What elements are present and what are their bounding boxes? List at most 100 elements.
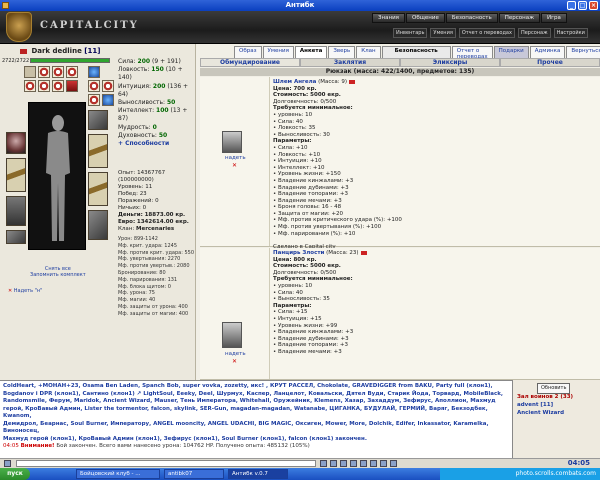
gem-slot-icon[interactable] <box>102 94 114 106</box>
stat-intuition: Интуиция: 200 (136 + 64) <box>118 82 189 98</box>
character-name[interactable]: Dark dedline [11] <box>20 47 100 55</box>
item-property: • Ловкость: 35 <box>273 125 316 132</box>
chat-log[interactable]: ColdHeart, +MOHAH+23, Osama Ben Laden, S… <box>0 380 512 458</box>
smiley-icon[interactable] <box>330 460 337 467</box>
wear-n-link[interactable]: ✕ Надеть "н" <box>8 288 42 294</box>
offhand-slot-icon[interactable] <box>88 134 108 168</box>
delete-icon[interactable]: ✕ <box>232 162 237 169</box>
item-property: • Владение топорами: +3 <box>273 191 348 198</box>
helmet-icon[interactable] <box>222 131 242 153</box>
taskbar-task[interactable]: Антибк v.0.7 <box>228 469 288 479</box>
stat-endurance: Выносливость: 50 <box>118 99 176 107</box>
ring-slot-icon[interactable] <box>38 66 50 78</box>
nav-communication[interactable]: Общение <box>405 13 445 23</box>
tab-elixirs[interactable]: Эликсиры <box>400 58 500 67</box>
subnav-transfer-report[interactable]: Отчет о переводах <box>458 28 515 38</box>
warrior-silhouette-icon <box>46 115 70 241</box>
ring-slot-icon[interactable] <box>52 66 64 78</box>
chat-mode-icon[interactable] <box>4 460 11 467</box>
subnav-settings[interactable]: Настройки <box>553 28 588 38</box>
remember-set-link[interactable]: Запомнить комплект <box>30 272 86 278</box>
start-button[interactable]: пуск <box>0 468 30 480</box>
item-property: Стоимость: 5000 екр. <box>273 92 341 99</box>
ring-slot-icon[interactable] <box>66 66 78 78</box>
refresh-button[interactable]: Обновить <box>537 383 571 394</box>
item-property: • Интуиция: +15 <box>273 315 322 322</box>
item-name[interactable]: Панцирь Злости <box>273 250 324 256</box>
info-draws: Ничьих: 0 <box>118 205 147 211</box>
wear-button[interactable]: надеть <box>225 351 246 357</box>
item-property: • Сила: 40 <box>273 118 303 125</box>
helmet-slot-icon[interactable] <box>6 132 26 154</box>
mod-line: Мф. магии: 40 <box>118 297 156 304</box>
ring-slot-icon[interactable] <box>38 80 50 92</box>
nav-security[interactable]: Безопасность <box>445 13 498 23</box>
item-icon-cell: надеть ✕ <box>200 77 270 246</box>
window-titlebar: Антибк _ □ × <box>0 0 600 11</box>
character-avatar[interactable] <box>28 102 86 250</box>
close-icon: ✕ <box>8 288 13 294</box>
item-property: • Мф. против критического удара (%): +10… <box>273 217 402 224</box>
maximize-button[interactable]: □ <box>578 1 587 10</box>
amulet-slot-icon[interactable] <box>88 66 100 78</box>
item-property: • Защита от магии: +20 <box>273 210 344 217</box>
shield-slot-icon[interactable] <box>88 172 108 206</box>
info-clan: Клан: Mercenaries <box>118 226 175 232</box>
system-message: 04:05 Внимание! Бой закончен. Всего вами… <box>3 443 509 451</box>
nav-knowledge[interactable]: Знания <box>372 13 405 23</box>
delete-icon[interactable]: ✕ <box>232 358 237 365</box>
chat-line: Демидрол, Беарнас, Soul Burner, Императо… <box>3 420 489 435</box>
wear-button[interactable]: надеть <box>225 155 246 161</box>
mod-line: Мф. против крит. удара: 550 <box>118 249 195 256</box>
mod-line: Мф. урона: 75 <box>118 290 155 297</box>
window-title: Антибк <box>285 1 315 9</box>
subnav-character[interactable]: Персонаж <box>517 28 551 38</box>
clan-flag-icon <box>20 48 27 54</box>
ring-slot-icon[interactable] <box>88 80 100 92</box>
translit-icon[interactable] <box>370 460 377 467</box>
weapon-slot-icon[interactable] <box>6 158 26 192</box>
boots-slot-icon[interactable] <box>88 210 108 240</box>
ring-slot-icon[interactable] <box>102 80 114 92</box>
ring-slot-icon[interactable] <box>88 94 100 106</box>
tab-spells[interactable]: Заклятия <box>300 58 400 67</box>
online-user[interactable]: Ancient Wizard <box>517 410 564 417</box>
abilities-link[interactable]: + Способности <box>118 140 195 148</box>
clear-icon[interactable] <box>340 460 347 467</box>
item-property: • Сила: 40 <box>273 289 303 296</box>
minimize-button[interactable]: _ <box>567 1 576 10</box>
belt-slot-icon[interactable] <box>6 230 26 244</box>
exit-icon[interactable] <box>390 460 397 467</box>
sub-nav: Инвентарь Умения Отчет о переводах Персо… <box>393 28 588 38</box>
earring-slot-icon[interactable] <box>24 66 36 78</box>
gloves-slot-icon[interactable] <box>88 110 108 130</box>
item-name[interactable]: Шлем Ангела <box>273 79 316 85</box>
ring-slot-icon[interactable] <box>24 80 36 92</box>
subnav-skills[interactable]: Умения <box>430 28 456 38</box>
potion-slot-icon[interactable] <box>66 80 78 92</box>
taskbar-task[interactable]: Бойцовский клуб - ... <box>76 469 160 479</box>
subnav-inventory[interactable]: Инвентарь <box>393 28 428 38</box>
tab-equipment[interactable]: Обмундирование <box>200 58 300 67</box>
character-info: Опыт: 14367767 (100000000) Уровень: 11 П… <box>118 170 195 233</box>
nav-game[interactable]: Игра <box>541 13 567 23</box>
close-button[interactable]: × <box>589 1 598 10</box>
armor-icon[interactable] <box>222 322 242 348</box>
system-message-warning: Внимание! <box>20 443 55 449</box>
backpack-summary: Рюкзак (масса: 422/1400, предметов: 135) <box>200 68 600 76</box>
speed-icon[interactable] <box>380 460 387 467</box>
taskbar-task[interactable]: antibk07 <box>164 469 224 479</box>
chat-input[interactable] <box>16 460 316 467</box>
nav-character[interactable]: Персонаж <box>498 13 541 23</box>
filter-icon[interactable] <box>350 460 357 467</box>
tab-other[interactable]: Прочее <box>500 58 600 67</box>
stat-wisdom: Мудрость: 0 <box>118 123 157 131</box>
os-taskbar: пуск Бойцовский клуб - ... antibk07 Анти… <box>0 468 600 480</box>
settings-icon[interactable] <box>360 460 367 467</box>
info-level: Уровень: 11 <box>118 184 153 190</box>
send-icon[interactable] <box>320 460 327 467</box>
armor-slot-icon[interactable] <box>6 196 26 226</box>
main-content: Dark dedline [11] 2722/2722 Сила: 200 (9… <box>0 44 600 380</box>
online-user[interactable]: advent [11] <box>517 402 553 409</box>
ring-slot-icon[interactable] <box>52 80 64 92</box>
